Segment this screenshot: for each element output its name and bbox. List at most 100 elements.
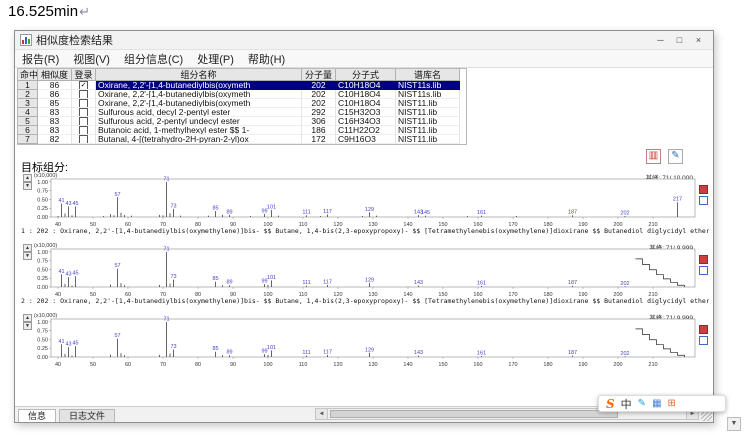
table-row-6[interactable]: 6 83 Butanoic acid, 1-methylhexyl ester $$…	[18, 126, 466, 135]
register-checkbox[interactable]	[79, 108, 88, 116]
panel-blue-icon[interactable]	[699, 266, 708, 275]
svg-text:89: 89	[226, 350, 232, 356]
menu-item-1[interactable]: 报告(R)	[15, 51, 66, 67]
svg-text:0.25: 0.25	[37, 206, 48, 212]
column-header-1[interactable]: 相似度	[38, 69, 72, 81]
cell-mw: 202	[302, 99, 336, 108]
page-scroll-down-icon[interactable]: ▼	[727, 417, 741, 431]
svg-text:210: 210	[648, 362, 657, 368]
svg-text:200: 200	[613, 362, 622, 368]
column-header-0[interactable]: 命中	[18, 69, 38, 81]
tab-1[interactable]: 信息	[18, 409, 57, 422]
close-button[interactable]: ×	[689, 33, 708, 48]
ime-pen-icon[interactable]: ✎	[638, 398, 646, 409]
svg-text:111: 111	[302, 350, 310, 356]
ime-toolbox-icon[interactable]: ⊞	[668, 398, 676, 409]
window-titlebar[interactable]: 相似度检索结果 ─ □ ×	[15, 31, 713, 50]
maximize-button[interactable]: □	[670, 33, 689, 48]
spin-up-icon[interactable]: ▲	[23, 244, 32, 252]
column-header-4[interactable]: 分子量	[302, 69, 336, 81]
menu-item-3[interactable]: 组分信息(C)	[117, 51, 190, 67]
cell-formula: C16H34O3	[336, 117, 396, 126]
svg-text:57: 57	[114, 263, 120, 269]
column-header-2[interactable]: 登录	[72, 69, 96, 81]
ime-chinese-mode[interactable]: 中	[621, 396, 632, 412]
table-row-5[interactable]: 5 83 Sulfurous acid, 2-pentyl undecyl este…	[18, 117, 466, 126]
menu-item-5[interactable]: 帮助(H)	[241, 51, 292, 67]
sogou-logo-icon[interactable]: S	[606, 397, 615, 411]
panel-side-tools	[699, 255, 709, 277]
svg-text:40: 40	[55, 362, 61, 368]
panel-red-icon[interactable]	[699, 325, 708, 334]
svg-text:190: 190	[578, 362, 587, 368]
svg-text:73: 73	[170, 344, 176, 350]
column-header-3[interactable]: 组分名称	[96, 69, 302, 81]
svg-text:(x10,000): (x10,000)	[34, 243, 57, 249]
retention-time-text: 16.525min↵	[8, 3, 90, 20]
scroll-left-icon[interactable]: ◄	[316, 409, 328, 419]
cell-name: Sulfurous acid, 2-pentyl undecyl ester	[96, 117, 302, 126]
page: 16.525min↵ 相似度检索结果 ─ □ × 报告(R) 视图(V) 组分信息(…	[0, 0, 744, 435]
svg-text:129: 129	[365, 347, 374, 353]
tab-strip: 信息 日志文件	[15, 409, 116, 422]
svg-text:161: 161	[477, 280, 486, 286]
cell-formula: C10H18O4	[336, 81, 396, 90]
register-checkbox[interactable]: ✓	[79, 81, 88, 89]
panel-side-tools	[699, 185, 709, 207]
svg-text:0.75: 0.75	[37, 329, 48, 335]
register-checkbox[interactable]	[79, 90, 88, 98]
window-buttons: ─ □ ×	[651, 33, 708, 48]
table-row-2[interactable]: 2 86 Oxirane, 2,2'-[1,4-butanediylbis(oxym…	[18, 90, 466, 99]
panel-blue-icon[interactable]	[699, 336, 708, 345]
register-checkbox[interactable]	[79, 126, 88, 134]
svg-text:101: 101	[267, 275, 276, 281]
table-row-7[interactable]: 7 82 Butanal, 4-[(tetrahydro-2H-pyran-2-yl…	[18, 135, 466, 144]
panel-side-tools	[699, 325, 709, 347]
register-checkbox[interactable]	[79, 135, 88, 143]
svg-text:202: 202	[620, 281, 629, 287]
edit-tool-icon[interactable]: ✎	[668, 149, 683, 164]
svg-text:143: 143	[414, 350, 423, 356]
column-header-5[interactable]: 分子式	[336, 69, 396, 81]
table-row-3[interactable]: 3 85 Oxirane, 2,2'-[1,4-butanediylbis(oxym…	[18, 99, 466, 108]
scrollbar-thumb[interactable]	[330, 410, 619, 418]
svg-text:110: 110	[299, 362, 308, 368]
minimize-button[interactable]: ─	[651, 33, 670, 48]
spin-down-icon[interactable]: ▼	[23, 252, 32, 260]
svg-text:71: 71	[163, 246, 169, 252]
panel-red-icon[interactable]	[699, 185, 708, 194]
cell-hit: 2	[18, 90, 38, 99]
library-tool-icon[interactable]: ▥	[646, 149, 661, 164]
ime-keyboard-icon[interactable]: ▦	[652, 398, 661, 409]
svg-text:202: 202	[620, 210, 629, 216]
cell-hit: 3	[18, 99, 38, 108]
cell-library: NIST11.lib	[396, 108, 460, 117]
panel-blue-icon[interactable]	[699, 196, 708, 205]
svg-text:89: 89	[226, 280, 232, 286]
menu-item-2[interactable]: 视图(V)	[66, 51, 117, 67]
register-checkbox[interactable]	[79, 99, 88, 107]
svg-text:71: 71	[163, 316, 169, 322]
menu-item-4[interactable]: 处理(P)	[190, 51, 241, 67]
register-checkbox[interactable]	[79, 117, 88, 125]
svg-text:129: 129	[365, 277, 374, 283]
spin-up-icon[interactable]: ▲	[23, 174, 32, 182]
cell-mw: 292	[302, 108, 336, 117]
panel-red-icon[interactable]	[699, 255, 708, 264]
svg-text:145: 145	[421, 210, 430, 216]
cell-name: Oxirane, 2,2'-[1,4-butanediylbis(oxymeth	[96, 81, 302, 90]
svg-text:180: 180	[543, 362, 552, 368]
tab-2[interactable]: 日志文件	[59, 409, 116, 422]
table-row-1[interactable]: 1 86 ✓ Oxirane, 2,2'-[1,4-butanediylbis(oxy…	[18, 81, 466, 90]
svg-text:90: 90	[230, 362, 236, 368]
table-row-4[interactable]: 4 83 Sulfurous acid, decyl 2-pentyl ester 2…	[18, 108, 466, 117]
ime-toolbar: S 中 ✎ ▦ ⊞	[598, 395, 726, 412]
cell-register	[72, 117, 96, 126]
spin-up-icon[interactable]: ▲	[23, 314, 32, 322]
spectrum-spin-controls: ▲ ▼	[23, 174, 32, 190]
spin-down-icon[interactable]: ▼	[23, 182, 32, 190]
svg-text:41: 41	[58, 269, 64, 275]
spin-down-icon[interactable]: ▼	[23, 322, 32, 330]
svg-text:71: 71	[163, 176, 169, 182]
column-header-6[interactable]: 谱库名	[396, 69, 460, 81]
